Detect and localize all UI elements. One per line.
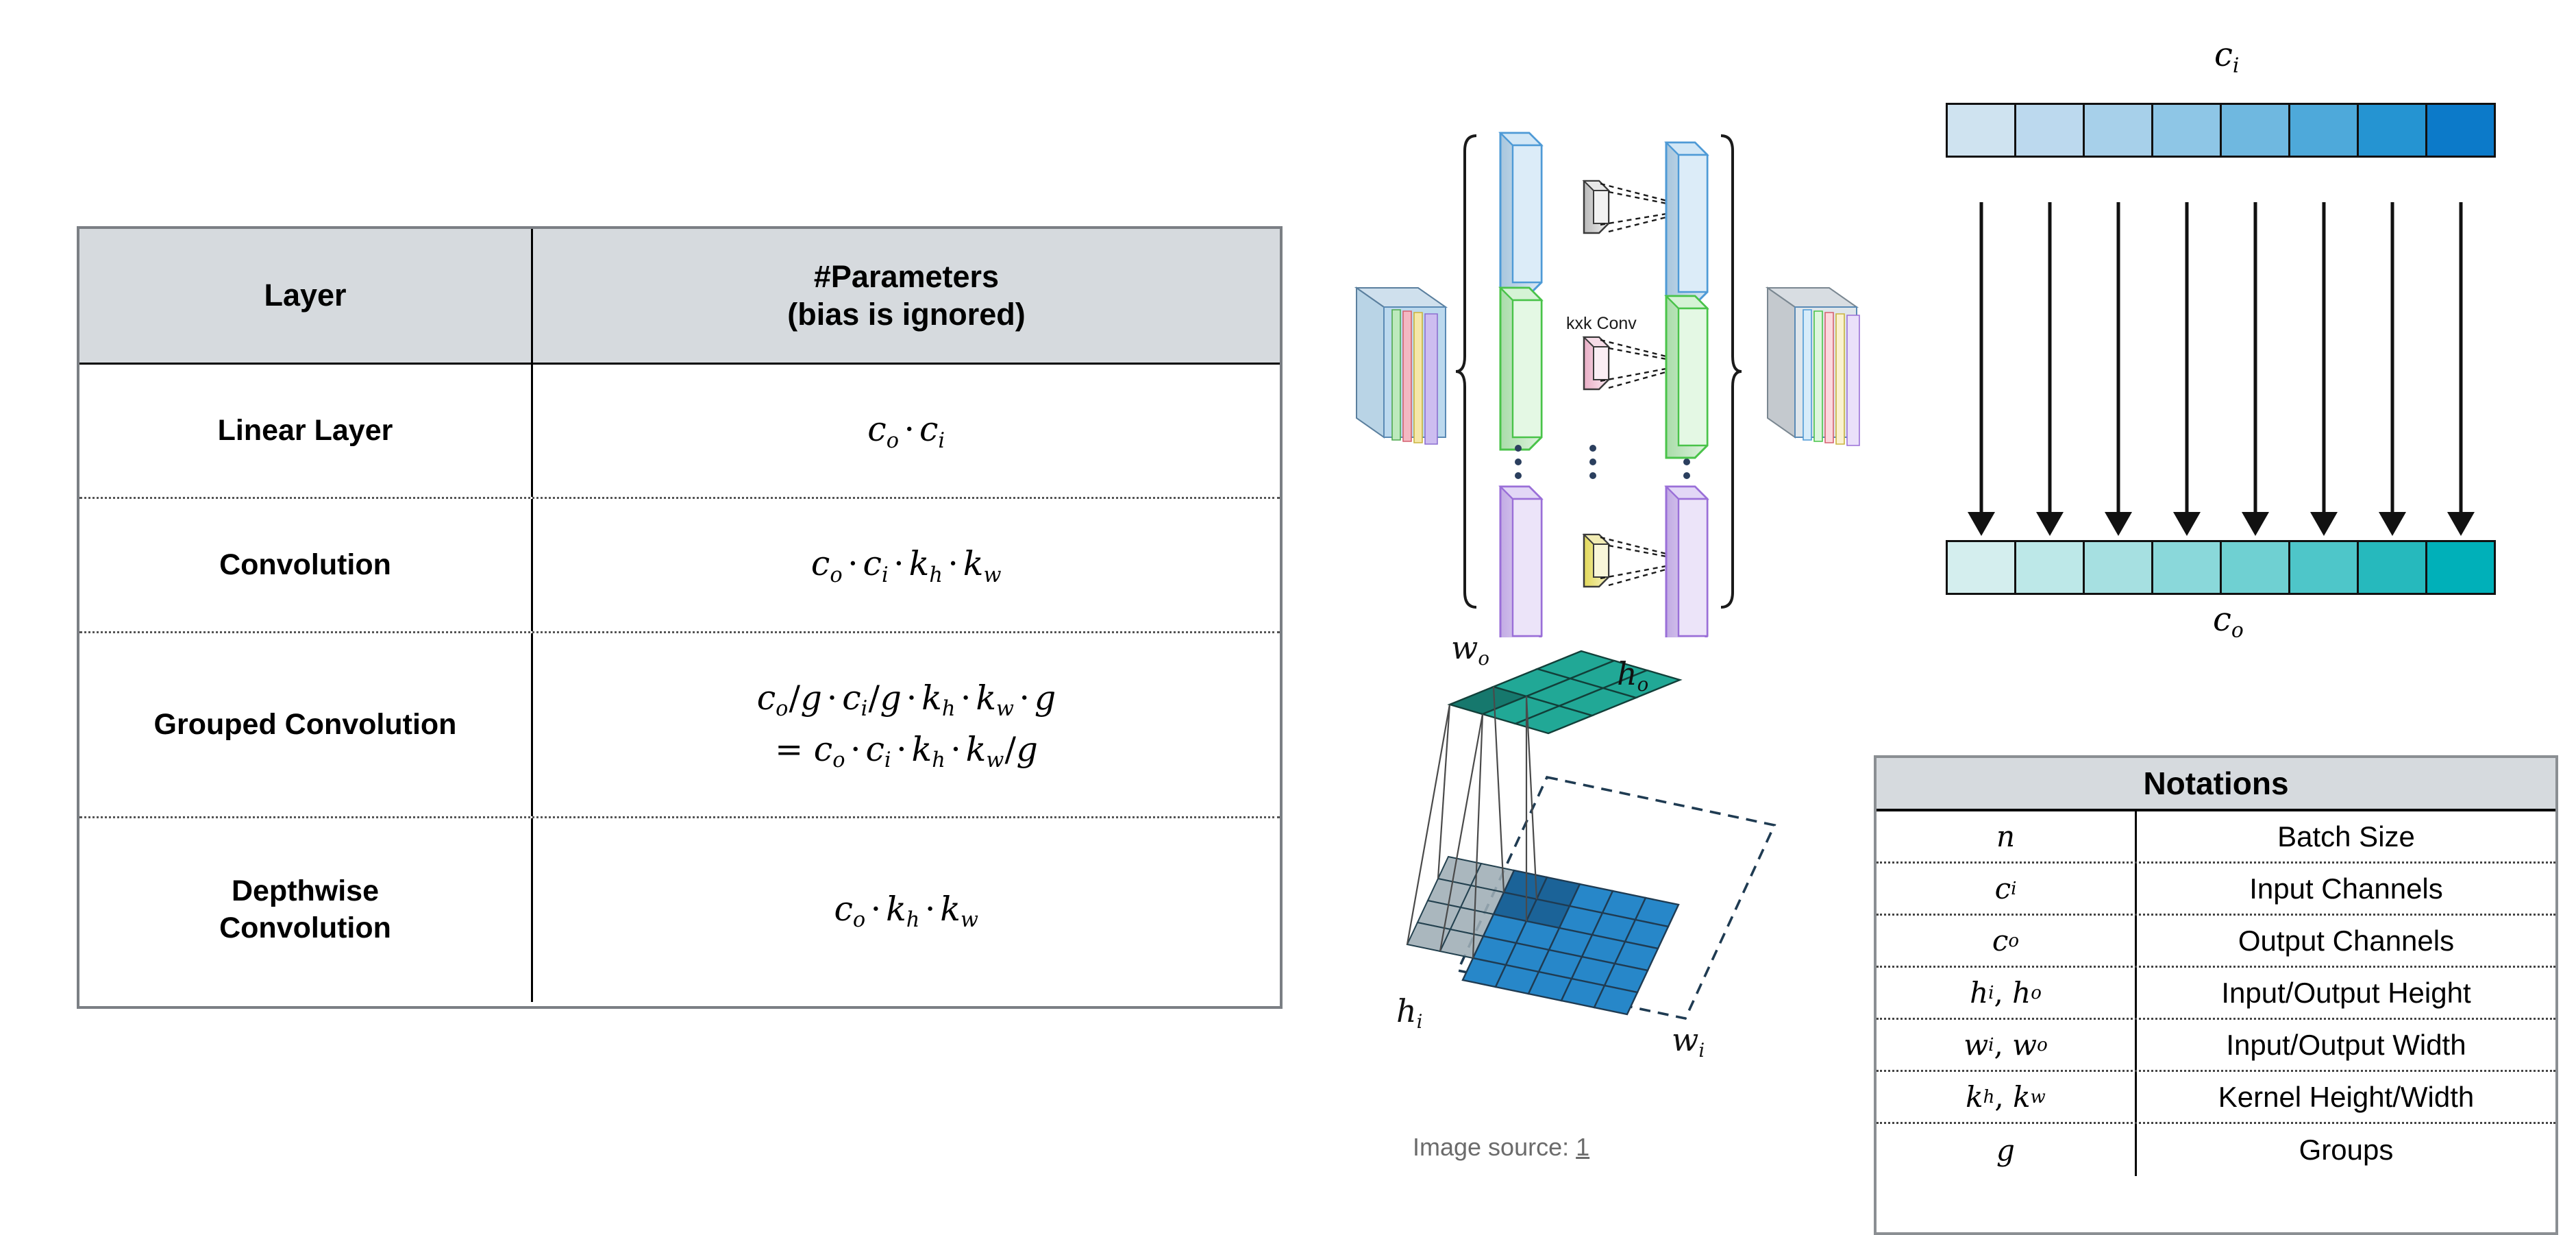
group-plane-blue-in <box>1498 132 1544 296</box>
notations-row: hi, ho Input/Output Height <box>1877 968 2555 1020</box>
featmap-svg <box>1406 650 1776 1020</box>
label-output-width: wo <box>1451 629 1489 670</box>
notations-header-row: Notations <box>1877 758 2555 811</box>
header-cell-parameters: #Parameters (bias is ignored) <box>533 229 1280 363</box>
notation-symbol-hi-ho: hi, ho <box>1877 968 2137 1018</box>
channel-segment <box>2427 542 2494 593</box>
notations-row: co Output Channels <box>1877 916 2555 968</box>
group-plane-purple-out <box>1664 485 1709 637</box>
output-channel-bar <box>1946 540 2496 595</box>
kernel-yellow <box>1582 533 1611 588</box>
notations-row: ci Input Channels <box>1877 864 2555 916</box>
header-label-bias-note: (bias is ignored) <box>787 296 1026 332</box>
label-input-width: wi <box>1672 1021 1705 1062</box>
channel-segment <box>2359 542 2427 593</box>
row-label-convolution: Convolution <box>79 499 533 631</box>
notation-desc-batch-size: Batch Size <box>2277 820 2415 853</box>
table-row: Convolution co · ci · kh · kw <box>79 499 1280 633</box>
right-bracket <box>1720 134 1742 609</box>
grouped-convolution-illustration: kxk Conv <box>1336 89 1898 637</box>
group-plane-green-out <box>1664 295 1709 459</box>
notations-row: wi, wo Input/Output Width <box>1877 1020 2555 1072</box>
formula-line-1: co/g · ci/g · kh · kw · g <box>756 678 1056 722</box>
header-label-parameters: #Parameters <box>813 258 1000 294</box>
header-cell-layer: Layer <box>79 229 533 363</box>
channel-segment <box>2016 542 2085 593</box>
row-label-linear-layer: Linear Layer <box>79 365 533 497</box>
left-bracket <box>1455 134 1477 609</box>
notations-title: Notations <box>2143 766 2289 801</box>
header-label-layer: Layer <box>264 278 347 313</box>
output-tensor-stack <box>1765 286 1860 446</box>
conv-diagram-svg: kxk Conv <box>1354 132 1860 637</box>
parameters-table: Layer #Parameters (bias is ignored) Line… <box>77 226 1283 1009</box>
notation-symbol-g: g <box>1877 1124 2137 1176</box>
image-source-link[interactable]: 1 <box>1576 1133 1589 1161</box>
notation-symbol-n: n <box>1877 811 2137 861</box>
convolution-featuremap-illustration: wo ho hi wi <box>1363 629 1857 1124</box>
label-input-height: hi <box>1396 992 1423 1033</box>
table-header-row: Layer #Parameters (bias is ignored) <box>79 229 1280 365</box>
notation-desc-groups: Groups <box>2299 1134 2394 1166</box>
channel-segment <box>1948 542 2016 593</box>
group-plane-green-in <box>1498 286 1544 451</box>
label-output-height: ho <box>1617 655 1649 696</box>
row-formula-linear-layer: co · ci <box>867 410 945 453</box>
row-label-depthwise-convolution: Depthwise Convolution <box>79 818 533 1002</box>
notations-row: n Batch Size <box>1877 811 2555 864</box>
notation-desc-input-output-height: Input/Output Height <box>2221 976 2471 1009</box>
label-output-channels: co <box>2213 600 2244 643</box>
channel-segment <box>2085 542 2153 593</box>
channel-segment <box>2290 542 2359 593</box>
row-label-line-1: Depthwise <box>231 875 380 908</box>
notations-table: Notations n Batch Size ci Input Channels… <box>1874 755 2558 1235</box>
ellipsis-icon <box>1515 445 1690 479</box>
notation-symbol-co: co <box>1877 916 2137 966</box>
notation-desc-output-channels: Output Channels <box>2238 924 2455 957</box>
row-formula-depthwise-convolution: co · kh · kw <box>834 889 978 933</box>
table-row: Linear Layer co · ci <box>79 365 1280 499</box>
notation-desc-input-channels: Input Channels <box>2249 872 2443 905</box>
image-source-prefix: Image source: <box>1413 1133 1576 1161</box>
table-row: Depthwise Convolution co · kh · kw <box>79 818 1280 1002</box>
notation-symbol-wi-wo: wi, wo <box>1877 1020 2137 1070</box>
notations-row: g Groups <box>1877 1124 2555 1176</box>
notation-desc-input-output-width: Input/Output Width <box>2226 1028 2466 1061</box>
notation-symbol-kh-kw: kh, kw <box>1877 1072 2137 1122</box>
notation-symbol-ci: ci <box>1877 864 2137 914</box>
kxk-conv-label: kxk Conv <box>1566 314 1637 333</box>
channel-segment <box>2153 542 2222 593</box>
channel-segment <box>2222 542 2290 593</box>
notation-desc-kernel-height-width: Kernel Height/Width <box>2218 1080 2475 1113</box>
group-plane-purple-in <box>1498 485 1544 637</box>
kernel-pink <box>1582 336 1611 391</box>
channel-arrows <box>1968 202 2475 536</box>
table-row: Grouped Convolution co/g · ci/g · kh · kw · g = … <box>79 633 1280 818</box>
row-formula-grouped-convolution: co/g · ci/g · kh · kw · g = co · ci · kh · kw/g <box>533 633 1280 816</box>
row-formula-convolution: co · ci · kh · kw <box>810 544 1002 587</box>
row-label-line-2: Convolution <box>219 912 391 944</box>
input-tensor-stack <box>1354 286 1448 445</box>
channel-mapping-diagram: ci co <box>1939 27 2555 713</box>
row-label-grouped-convolution: Grouped Convolution <box>79 633 533 816</box>
notations-row: kh, kw Kernel Height/Width <box>1877 1072 2555 1124</box>
formula-line-2: = co · ci · kh · kw/g <box>775 729 1038 773</box>
image-source-caption: Image source: 1 <box>1413 1133 1589 1162</box>
group-plane-blue-out <box>1664 141 1709 306</box>
kernel-gray <box>1582 180 1611 234</box>
